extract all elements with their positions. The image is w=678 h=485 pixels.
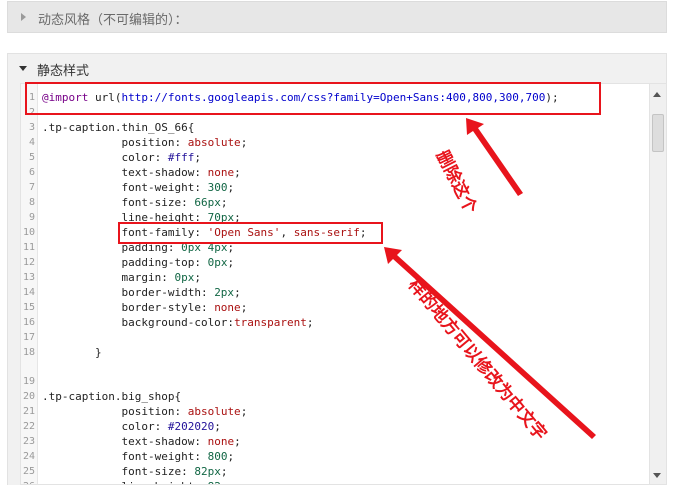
arrow-to-font-family-line [384, 247, 596, 439]
arrow-to-import-line [466, 118, 523, 196]
annotation-arrows [384, 118, 596, 439]
